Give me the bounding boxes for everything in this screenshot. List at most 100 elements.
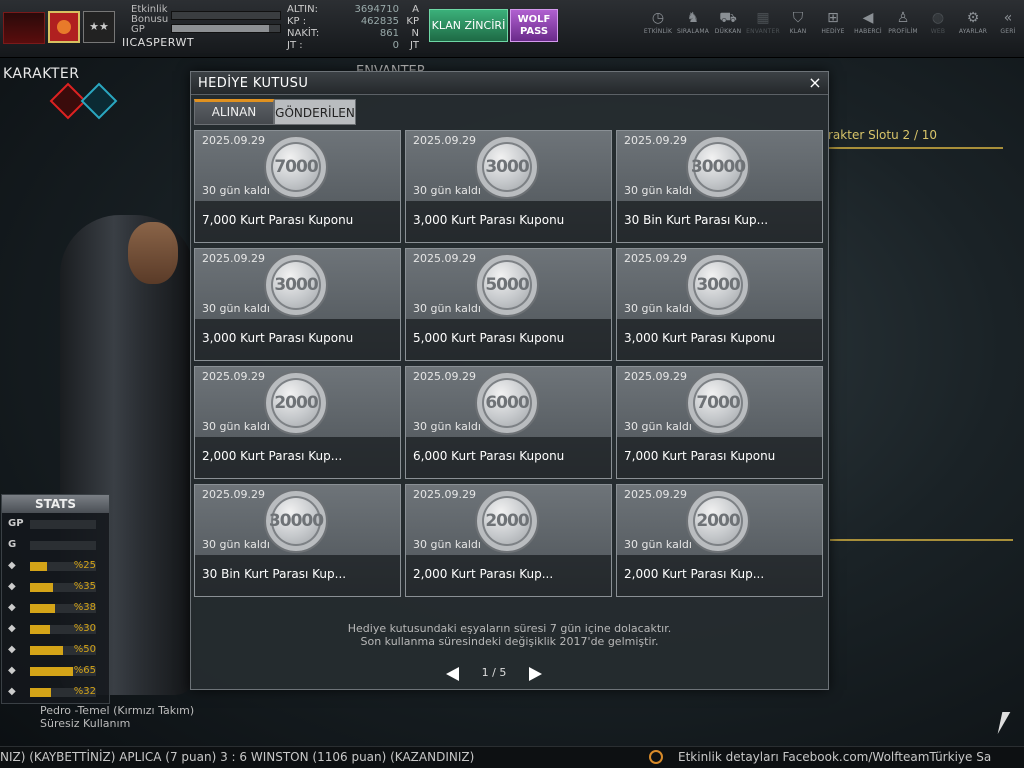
nav-profile[interactable]: ♙ PROFİLİM [885, 8, 921, 42]
nav-label: PROFİLİM [888, 28, 918, 35]
nav-megaphone[interactable]: ◀ HABERCİ [850, 8, 886, 42]
panel-divider [830, 539, 1013, 541]
profile-icon: ♙ [896, 10, 910, 26]
currency-unit: JT [409, 40, 419, 51]
gift-date: 2025.09.29 [413, 488, 476, 501]
nav-gift[interactable]: ⊞ HEDİYE [815, 8, 851, 42]
wolf-pass-button[interactable]: WOLF PASS [510, 9, 558, 42]
gift-title-bar: 30 Bin Kurt Parası Kup... [195, 555, 400, 596]
gift-card[interactable]: 2025.09.29 3000 30 gün kaldı 3,000 Kurt Par… [405, 130, 612, 243]
character-duration: Süresiz Kullanım [40, 717, 131, 730]
gift-remaining-days: 30 gün kaldı [202, 302, 270, 315]
stats-title: STATS [2, 495, 109, 513]
stat-bar-fill [30, 583, 54, 592]
notice-line-2: Son kullanma süresindeki değişiklik 2017… [360, 635, 659, 648]
nav-cart[interactable]: ⛟ DÜKKAN [710, 8, 746, 42]
gift-remaining-days: 30 gün kaldı [624, 538, 692, 551]
news-ticker: NIZ) (KAYBETTİNİZ) APLICA (7 puan) 3 : 6… [0, 746, 1024, 768]
gift-remaining-days: 30 gün kaldı [624, 420, 692, 433]
gp-label: GP [131, 24, 145, 35]
gift-card[interactable]: 2025.09.29 5000 30 gün kaldı 5,000 Kurt Par… [405, 248, 612, 361]
gift-card[interactable]: 2025.09.29 7000 30 gün kaldı 7,000 Kurt Par… [616, 366, 823, 479]
gp-bar [171, 24, 281, 33]
gift-title: 3,000 Kurt Parası Kuponu [624, 331, 776, 345]
currency-label: ALTIN: [287, 4, 318, 15]
gift-card[interactable]: 2025.09.29 3000 30 gün kaldı 3,000 Kurt Par… [616, 248, 823, 361]
slot-divider [828, 147, 1003, 149]
gift-title: 7,000 Kurt Parası Kuponu [624, 449, 776, 463]
coin-icon: 6000 [475, 371, 539, 435]
stat-bar-fill [30, 604, 56, 613]
gift-date: 2025.09.29 [202, 252, 265, 265]
stat-bar-fill [30, 688, 52, 697]
nav-globe[interactable]: ◍ WEB [920, 8, 956, 42]
coin-icon: 7000 [686, 371, 750, 435]
nav-inventory[interactable]: ▦ ENVANTER [745, 8, 781, 42]
nav-back[interactable]: « GERİ [990, 8, 1024, 42]
inventory-icon: ▦ [756, 10, 770, 26]
gift-card[interactable]: 2025.09.29 30000 30 gün kaldı 30 Bin Kurt P… [194, 484, 401, 597]
back-icon: « [1003, 10, 1013, 26]
currency-unit: KP [406, 16, 419, 27]
gift-title: 7,000 Kurt Parası Kuponu [202, 213, 354, 227]
gift-title-bar: 3,000 Kurt Parası Kuponu [617, 319, 822, 360]
rank-badge[interactable] [48, 11, 80, 43]
nav-label: HEDİYE [821, 28, 845, 35]
gift-title: 30 Bin Kurt Parası Kup... [624, 213, 769, 227]
klan-zinciri-button[interactable]: KLAN ZİNCİRİ [429, 9, 508, 42]
gift-card[interactable]: 2025.09.29 2000 30 gün kaldı 2,000 Kurt Par… [405, 484, 612, 597]
tab-gonderilen[interactable]: GÖNDERİLEN [274, 99, 356, 125]
character-head [128, 222, 178, 284]
coin-icon: 7000 [264, 135, 328, 199]
globe-icon: ◍ [931, 10, 945, 26]
gift-date: 2025.09.29 [413, 252, 476, 265]
gift-date: 2025.09.29 [624, 370, 687, 383]
gift-title-bar: 6,000 Kurt Parası Kuponu [406, 437, 611, 478]
gift-title: 2,000 Kurt Parası Kup... [624, 567, 765, 581]
gift-remaining-days: 30 gün kaldı [413, 420, 481, 433]
nav-shield[interactable]: ⛉ KLAN [780, 8, 816, 42]
gift-date: 2025.09.29 [624, 134, 687, 147]
user-icon [649, 750, 663, 764]
nav-gear[interactable]: ⚙ AYARLAR [955, 8, 991, 42]
gift-date: 2025.09.29 [624, 252, 687, 265]
speed-icon: ◆ [8, 686, 16, 697]
wolf-rank-icon: ♞ [686, 10, 700, 26]
gift-card[interactable]: 2025.09.29 30000 30 gün kaldı 30 Bin Kurt P… [616, 130, 823, 243]
nav-clock[interactable]: ◷ ETKİNLİK [640, 8, 676, 42]
class-blue-icon[interactable] [80, 82, 118, 120]
nav-wolf-rank[interactable]: ♞ SIRALAMA [675, 8, 711, 42]
gift-card[interactable]: 2025.09.29 7000 30 gün kaldı 7,000 Kurt Par… [194, 130, 401, 243]
stat-bar [30, 520, 96, 529]
next-page-button[interactable] [529, 667, 542, 681]
currency-row-altin: ALTIN: 3694710 A [283, 4, 423, 16]
gear-icon: ⚙ [966, 10, 980, 26]
nav-label: ENVANTER [746, 28, 780, 35]
pagination: 1 / 5 [443, 665, 543, 683]
currency-value: 3694710 [354, 4, 399, 15]
currency-value: 861 [379, 28, 399, 39]
notice-line-1: Hediye kutusundaki eşyaların süresi 7 gü… [347, 622, 672, 635]
gift-card[interactable]: 2025.09.29 6000 30 gün kaldı 6,000 Kurt Par… [405, 366, 612, 479]
stat-value: %65 [73, 665, 96, 676]
gift-title-bar: 30 Bin Kurt Parası Kup... [617, 201, 822, 242]
nav-label: WEB [930, 28, 946, 35]
stat-row: GP [2, 516, 111, 532]
gift-card[interactable]: 2025.09.29 3000 30 gün kaldı 3,000 Kurt Par… [194, 248, 401, 361]
prev-page-button[interactable] [446, 667, 459, 681]
gift-remaining-days: 30 gün kaldı [413, 538, 481, 551]
tab-alinan[interactable]: ALINAN [194, 99, 274, 125]
gift-remaining-days: 30 gün kaldı [413, 184, 481, 197]
close-icon[interactable]: × [806, 73, 824, 93]
stat-bar-fill [30, 667, 73, 676]
currency-unit: A [412, 4, 419, 15]
gift-title-bar: 7,000 Kurt Parası Kuponu [195, 201, 400, 242]
gift-remaining-days: 30 gün kaldı [202, 538, 270, 551]
heart-icon: ◆ [8, 644, 16, 655]
game-logo [3, 12, 45, 44]
gift-card[interactable]: 2025.09.29 2000 30 gün kaldı 2,000 Kurt Par… [194, 366, 401, 479]
gift-card[interactable]: 2025.09.29 2000 30 gün kaldı 2,000 Kurt Par… [616, 484, 823, 597]
currency-label: KP : [287, 16, 307, 27]
nav-label: KLAN [789, 28, 807, 35]
clock-icon: ◷ [651, 10, 665, 26]
